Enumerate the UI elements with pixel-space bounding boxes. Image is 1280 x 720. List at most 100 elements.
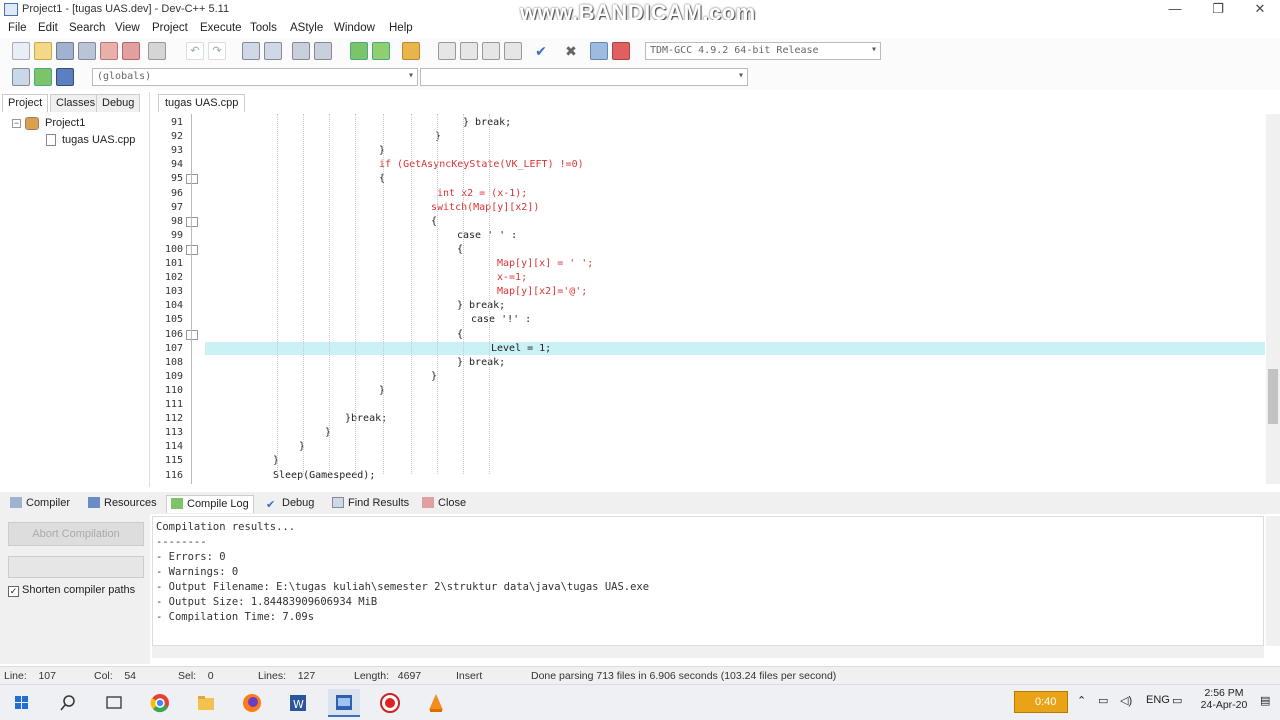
remove-file-icon[interactable] <box>482 42 500 60</box>
line-number: 94 <box>170 159 183 170</box>
task-view-button[interactable] <box>98 689 130 717</box>
vlc-app[interactable] <box>420 689 452 717</box>
network-icon[interactable]: ▭ <box>1098 694 1108 707</box>
tree-file-item[interactable]: tugas UAS.cpp <box>62 134 135 146</box>
notifications-icon[interactable]: ▤ <box>1260 694 1270 707</box>
add-file-icon[interactable] <box>460 42 478 60</box>
chevron-down-icon: ▾ <box>407 70 414 81</box>
line-number: 109 <box>164 371 183 382</box>
redo-icon[interactable]: ↷ <box>208 42 226 60</box>
new-project-icon[interactable] <box>438 42 456 60</box>
tab-compile-log[interactable]: Compile Log <box>166 495 254 513</box>
goto-bookmark-icon[interactable] <box>56 68 74 86</box>
tab-compiler[interactable]: Compiler <box>6 495 74 513</box>
search-button[interactable] <box>52 689 84 717</box>
collapse-icon[interactable]: − <box>12 119 21 128</box>
compile-run-icon[interactable] <box>402 42 420 60</box>
clock[interactable]: 2:56 PM 24-Apr-20 <box>1196 687 1252 711</box>
fold-toggle-icon[interactable] <box>186 245 198 255</box>
stop-icon[interactable]: ✖ <box>562 42 580 60</box>
editor-vertical-scrollbar[interactable] <box>1266 114 1280 484</box>
shorten-paths-checkbox[interactable]: ✓ <box>8 586 19 597</box>
menu-edit[interactable]: Edit <box>38 22 58 34</box>
indent-guide <box>437 114 438 474</box>
save-all-icon[interactable] <box>78 42 96 60</box>
log-horizontal-scrollbar[interactable] <box>152 646 1264 658</box>
menu-tools[interactable]: Tools <box>250 22 277 34</box>
minimize-button[interactable]: — <box>1153 0 1197 20</box>
language-indicator[interactable]: ENG <box>1146 694 1170 706</box>
find-icon[interactable] <box>242 42 260 60</box>
scope-select[interactable]: (globals) ▾ <box>92 68 418 86</box>
compile-icon[interactable] <box>350 42 368 60</box>
close-all-icon[interactable] <box>122 42 140 60</box>
bandicam-app[interactable] <box>374 689 406 717</box>
compiler-select[interactable]: TDM-GCC 4.9.2 64-bit Release ▾ <box>645 42 881 60</box>
print-icon[interactable] <box>148 42 166 60</box>
volume-icon[interactable]: ◁) <box>1120 694 1132 707</box>
chevron-up-icon[interactable]: ⌃ <box>1077 694 1086 707</box>
bookmark-icon[interactable] <box>34 68 52 86</box>
tree-project-item[interactable]: Project1 <box>45 117 85 129</box>
fold-toggle-icon[interactable] <box>186 217 198 227</box>
start-button[interactable] <box>6 689 38 717</box>
open-file-icon[interactable] <box>34 42 52 60</box>
tab-find-results[interactable]: Find Results <box>328 495 413 513</box>
save-icon[interactable] <box>56 42 74 60</box>
editor-tab-tugas-uas[interactable]: tugas UAS.cpp <box>158 94 246 112</box>
title-bar: Project1 - [tugas UAS.dev] - Dev-C++ 5.1… <box>0 0 1280 25</box>
tab-resources[interactable]: Resources <box>84 495 161 513</box>
file-explorer-app[interactable] <box>190 689 222 717</box>
fold-toggle-icon[interactable] <box>186 330 198 340</box>
menu-project[interactable]: Project <box>152 22 188 34</box>
menu-search[interactable]: Search <box>69 22 105 34</box>
menu-file[interactable]: File <box>8 22 27 34</box>
tab-classes[interactable]: Classes <box>50 94 102 112</box>
replace-icon[interactable] <box>264 42 282 60</box>
insert-icon[interactable] <box>12 68 30 86</box>
battery-icon[interactable]: ▭ <box>1172 694 1182 707</box>
undo-icon[interactable]: ↶ <box>186 42 204 60</box>
debug-icon[interactable] <box>612 42 630 60</box>
new-file-icon[interactable] <box>12 42 30 60</box>
menu-window[interactable]: Window <box>334 22 375 34</box>
code-editor[interactable]: 91 92 93 94 95 96 97 98 99 100 101 102 103 104 105 106 1… <box>155 114 1265 484</box>
tab-project[interactable]: Project <box>2 94 49 112</box>
search-icon <box>60 695 75 711</box>
project-options-icon[interactable] <box>504 42 522 60</box>
fold-guide <box>191 114 192 484</box>
check-syntax-icon[interactable]: ✔ <box>532 42 550 60</box>
menu-execute[interactable]: Execute <box>200 22 242 34</box>
indent-guide <box>277 114 278 474</box>
devcpp-app[interactable] <box>328 689 360 717</box>
maximize-button[interactable]: ❐ <box>1196 0 1240 20</box>
line-number: 111 <box>164 399 183 410</box>
tab-debug[interactable]: Debug <box>96 94 141 112</box>
chrome-app[interactable] <box>144 689 176 717</box>
menu-help[interactable]: Help <box>389 22 413 34</box>
profile-icon[interactable] <box>590 42 608 60</box>
code-line: Map[y][x] = ' '; <box>497 258 594 269</box>
indent-icon[interactable] <box>314 42 332 60</box>
tab-debug-bottom[interactable]: ✔ Debug <box>262 495 318 513</box>
goto-icon[interactable] <box>292 42 310 60</box>
close-file-icon[interactable] <box>100 42 118 60</box>
project-icon <box>25 117 39 130</box>
compile-log-output[interactable]: Compilation results... -------- - Errors… <box>152 516 1264 646</box>
abort-compilation-button[interactable]: Abort Compilation <box>8 522 144 546</box>
status-sel: Sel: 0 <box>178 670 214 682</box>
shorten-paths-option[interactable]: ✓ Shorten compiler paths <box>8 584 135 597</box>
close-window-button[interactable]: ✕ <box>1238 0 1280 20</box>
menu-view[interactable]: View <box>115 22 140 34</box>
menu-astyle[interactable]: AStyle <box>290 22 323 34</box>
scrollbar-thumb[interactable] <box>1268 369 1278 424</box>
word-app[interactable]: W <box>282 689 314 717</box>
recording-timer[interactable]: 0:40 <box>1014 691 1068 713</box>
function-select[interactable]: ▾ <box>420 68 748 86</box>
run-icon[interactable] <box>372 42 390 60</box>
tab-close[interactable]: Close <box>418 495 470 513</box>
log-vertical-scrollbar[interactable] <box>1266 516 1280 646</box>
devcpp-app-icon <box>4 3 18 16</box>
fold-toggle-icon[interactable] <box>186 174 198 184</box>
firefox-app[interactable] <box>236 689 268 717</box>
